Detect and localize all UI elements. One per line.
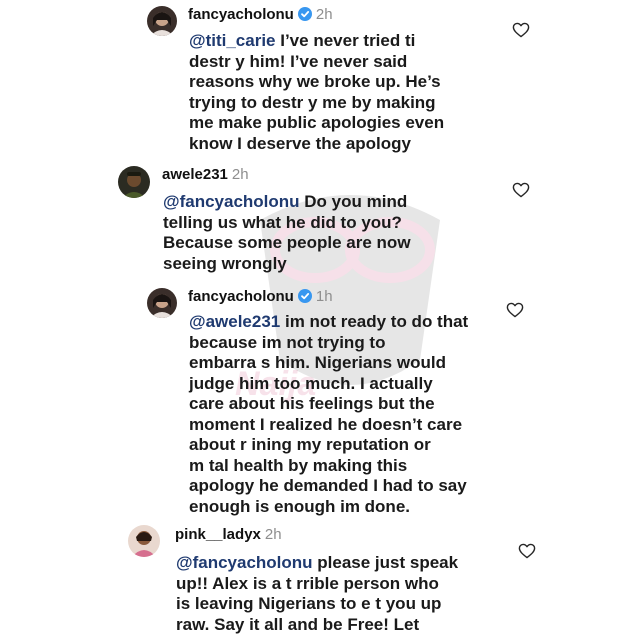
avatar[interactable] — [147, 6, 177, 36]
timestamp[interactable]: 2h — [316, 6, 333, 23]
avatar[interactable] — [118, 166, 150, 198]
comment-text-line: apology he demanded I had to say — [189, 476, 467, 495]
comment-header: fancyacholonu 2h — [188, 6, 333, 24]
comment-text-line: enough is enough im done. — [189, 496, 410, 516]
comment-text-line: telling us what he did to you? — [163, 212, 402, 232]
comment-text-line: moment I realized he doesn’t care — [189, 414, 463, 434]
verified-badge-icon — [297, 289, 312, 303]
comment-text-line: me make public apologies even — [189, 113, 445, 132]
comment-text-line: know I deserve the apology — [189, 133, 412, 153]
comment-header: awele231 2h — [162, 166, 249, 184]
comment-text-line: is leaving Nigerians to e t you up — [176, 594, 442, 613]
comment-text-line: reasons why we broke up. He’s — [189, 72, 441, 91]
username[interactable]: pink__ladyx — [175, 526, 261, 543]
comment-text: @awele231 im not ready to do that becaus… — [189, 312, 468, 517]
comment-text-line: judge him too much. I actually — [189, 373, 433, 393]
comment-text: @titi_carie I’ve never tried ti destr y … — [189, 31, 444, 154]
comment-text: @fancyacholonu Do you mind telling us wh… — [163, 192, 411, 274]
comment-text-line: I’ve never tried ti — [275, 31, 416, 50]
mention-link[interactable]: @awele231 — [189, 312, 280, 331]
avatar[interactable] — [128, 525, 160, 557]
username[interactable]: fancyacholonu — [188, 6, 294, 23]
comment-text-line: seeing wrongly — [163, 253, 287, 273]
username[interactable]: awele231 — [162, 166, 228, 183]
comment-text-line: m tal health by making this — [189, 455, 408, 475]
comment-header: fancyacholonu 1h — [188, 288, 333, 306]
comment-text-line: im not ready to do that — [280, 312, 469, 331]
comment-text-line: Do you mind — [299, 192, 408, 211]
comment-text-line: about r ining my reputation or — [189, 435, 431, 454]
comment-text-line: care about his feelings but the — [189, 394, 435, 413]
comment-text-line: please just speak — [312, 553, 459, 572]
comment-text-line: destr y him! I’ve never said — [189, 51, 408, 71]
comment-text-line: up!! Alex is a t rrible person who — [176, 573, 439, 593]
comment-text-line: because im not trying to — [189, 332, 386, 352]
comment-text-line: Because some people are now — [163, 233, 411, 252]
heart-outline-icon[interactable] — [512, 182, 530, 198]
mention-link[interactable]: @fancyacholonu — [163, 192, 300, 211]
timestamp[interactable]: 2h — [265, 526, 282, 543]
heart-outline-icon[interactable] — [506, 302, 524, 318]
avatar[interactable] — [147, 288, 177, 318]
comment-text-line: trying to destr y me by making — [189, 92, 436, 112]
mention-link[interactable]: @fancyacholonu — [176, 553, 313, 572]
heart-outline-icon[interactable] — [518, 543, 536, 559]
comment-header: pink__ladyx 2h — [175, 526, 282, 544]
comment-text-line: embarra s him. Nigerians would — [189, 353, 446, 372]
comment-text: @fancyacholonu please just speak up!! Al… — [176, 553, 458, 635]
verified-badge-icon — [297, 7, 312, 21]
timestamp[interactable]: 1h — [316, 288, 333, 305]
mention-link[interactable]: @titi_carie — [189, 31, 276, 50]
timestamp[interactable]: 2h — [232, 166, 249, 183]
heart-outline-icon[interactable] — [512, 22, 530, 38]
username[interactable]: fancyacholonu — [188, 288, 294, 305]
comment-text-line: raw. Say it all and be Free! Let — [176, 614, 420, 634]
